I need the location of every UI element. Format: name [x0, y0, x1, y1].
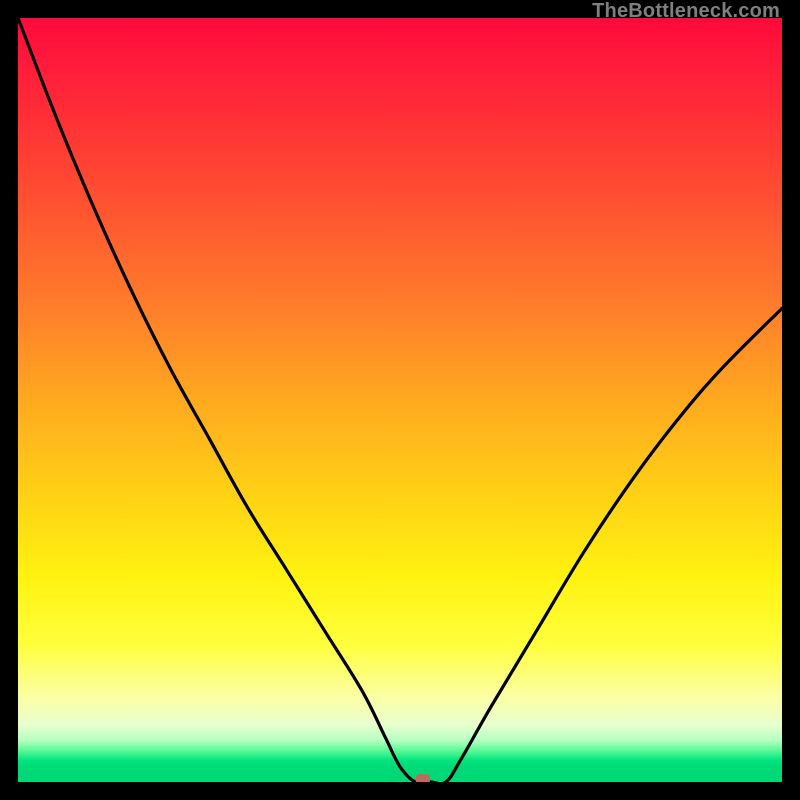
plot-area	[18, 18, 782, 782]
optimum-marker	[416, 774, 430, 782]
bottleneck-curve	[18, 18, 782, 782]
chart-frame: TheBottleneck.com	[0, 0, 800, 800]
watermark-text: TheBottleneck.com	[592, 0, 780, 23]
curve-svg	[18, 18, 782, 782]
